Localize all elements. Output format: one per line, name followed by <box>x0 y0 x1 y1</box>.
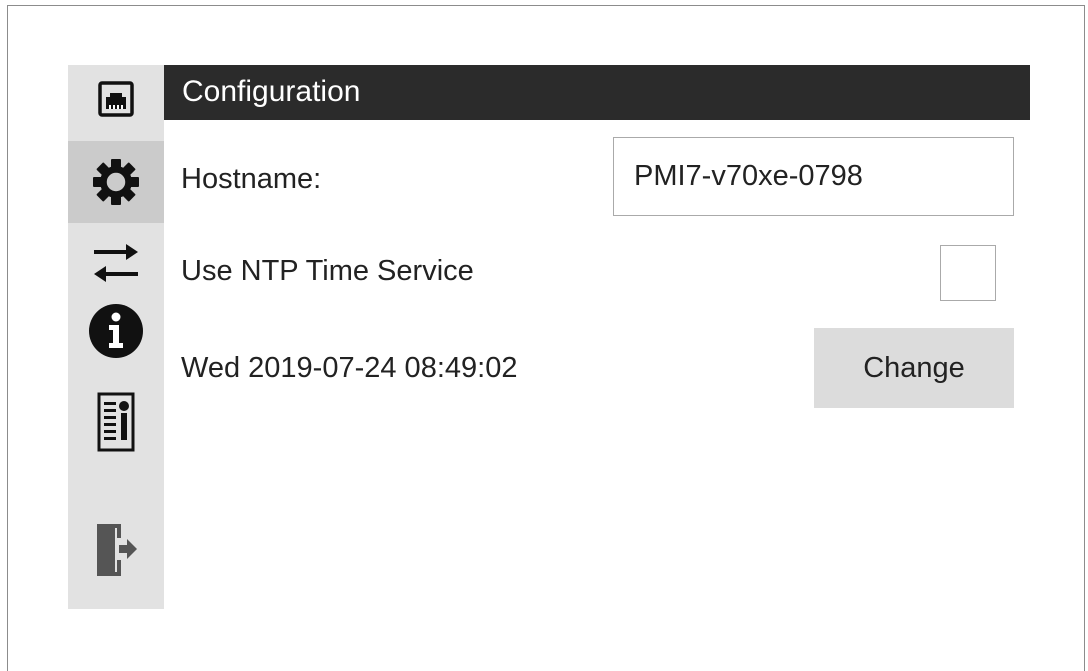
hostname-input[interactable] <box>613 137 1014 216</box>
sidebar-item-license[interactable] <box>68 387 164 457</box>
info-icon <box>88 303 144 359</box>
change-datetime-button[interactable]: Change <box>814 328 1014 408</box>
hostname-label: Hostname: <box>181 163 322 195</box>
page-title: Configuration <box>182 75 361 108</box>
gear-icon <box>91 157 141 207</box>
logout-door-icon <box>93 522 139 578</box>
ntp-checkbox[interactable] <box>940 245 996 301</box>
transfer-arrows-icon <box>92 240 140 286</box>
network-port-icon <box>98 81 134 117</box>
sidebar-item-network[interactable] <box>68 70 164 128</box>
datetime-display: Wed 2019-07-24 08:49:02 <box>181 352 518 384</box>
sidebar-item-logout[interactable] <box>68 515 164 585</box>
certificate-document-icon <box>97 392 135 452</box>
sidebar-item-info[interactable] <box>68 299 164 363</box>
sidebar-item-configuration[interactable] <box>68 141 164 223</box>
ntp-label: Use NTP Time Service <box>181 255 474 287</box>
header-bar: Configuration <box>164 65 1030 120</box>
sidebar-item-transfer[interactable] <box>68 231 164 295</box>
sidebar <box>68 65 164 609</box>
